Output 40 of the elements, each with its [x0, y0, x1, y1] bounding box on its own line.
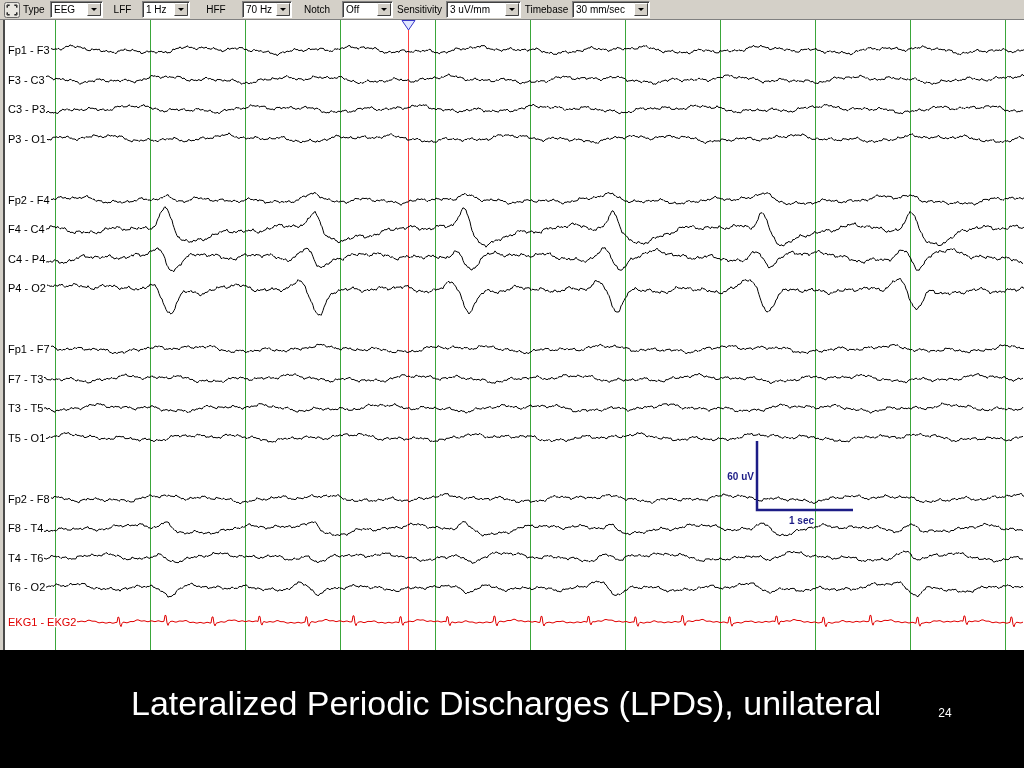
caret-icon [174, 3, 188, 16]
dropdown[interactable]: 3 uV/mm [446, 1, 521, 18]
caret-icon [505, 3, 519, 16]
field-label: HFF [206, 4, 226, 15]
channel-label: C3 - P3 [8, 103, 46, 115]
amplitude-scale-label: 60 uV [727, 471, 754, 482]
dropdown[interactable]: 1 Hz [142, 1, 190, 18]
field-label: Type [23, 4, 45, 15]
caret-icon [377, 3, 391, 16]
cursor-triangle-icon[interactable] [401, 20, 416, 31]
channel-label: C4 - P4 [8, 252, 46, 265]
channel-label: P3 - O1 [8, 132, 46, 145]
channel-label: T3 - T5 [8, 402, 44, 414]
field-label: Sensitivity [397, 4, 442, 15]
channel-label: F8 - T4 [8, 522, 44, 534]
dropdown[interactable]: Off [342, 1, 393, 18]
channel-label: Fp2 - F8 [8, 492, 50, 505]
channel-label: F7 - T3 [8, 372, 44, 385]
channel-label: T4 - T6 [8, 551, 44, 564]
dropdown[interactable]: 30 mm/sec [572, 1, 650, 18]
slide-title: Lateralized Periodic Discharges (LPDs), unilateral [131, 682, 882, 724]
dropdown[interactable]: EEG [50, 1, 103, 18]
corner-arrows-icon[interactable] [4, 1, 20, 18]
channel-label: Fp2 - F4 [8, 193, 50, 206]
channel-label: T5 - O1 [8, 431, 46, 444]
caret-icon [634, 3, 648, 16]
field-label: Notch [303, 4, 331, 15]
time-scale-label: 1 sec [789, 515, 815, 526]
channel-label: Fp1 - F3 [8, 44, 50, 56]
slide-number: 24 [938, 705, 952, 722]
dropdown[interactable]: 70 Hz [242, 1, 292, 18]
channel-label: P4 - O2 [8, 282, 46, 294]
channel-label: T6 - O2 [8, 581, 46, 593]
channel-label: F4 - C4 [8, 223, 45, 235]
channel-label: Fp1 - F7 [8, 343, 50, 355]
field-label: LFF [113, 4, 132, 15]
caret-icon [276, 3, 290, 16]
caret-icon [87, 3, 101, 16]
field-label: Timebase [524, 4, 569, 15]
channel-label: F3 - C3 [8, 73, 45, 86]
